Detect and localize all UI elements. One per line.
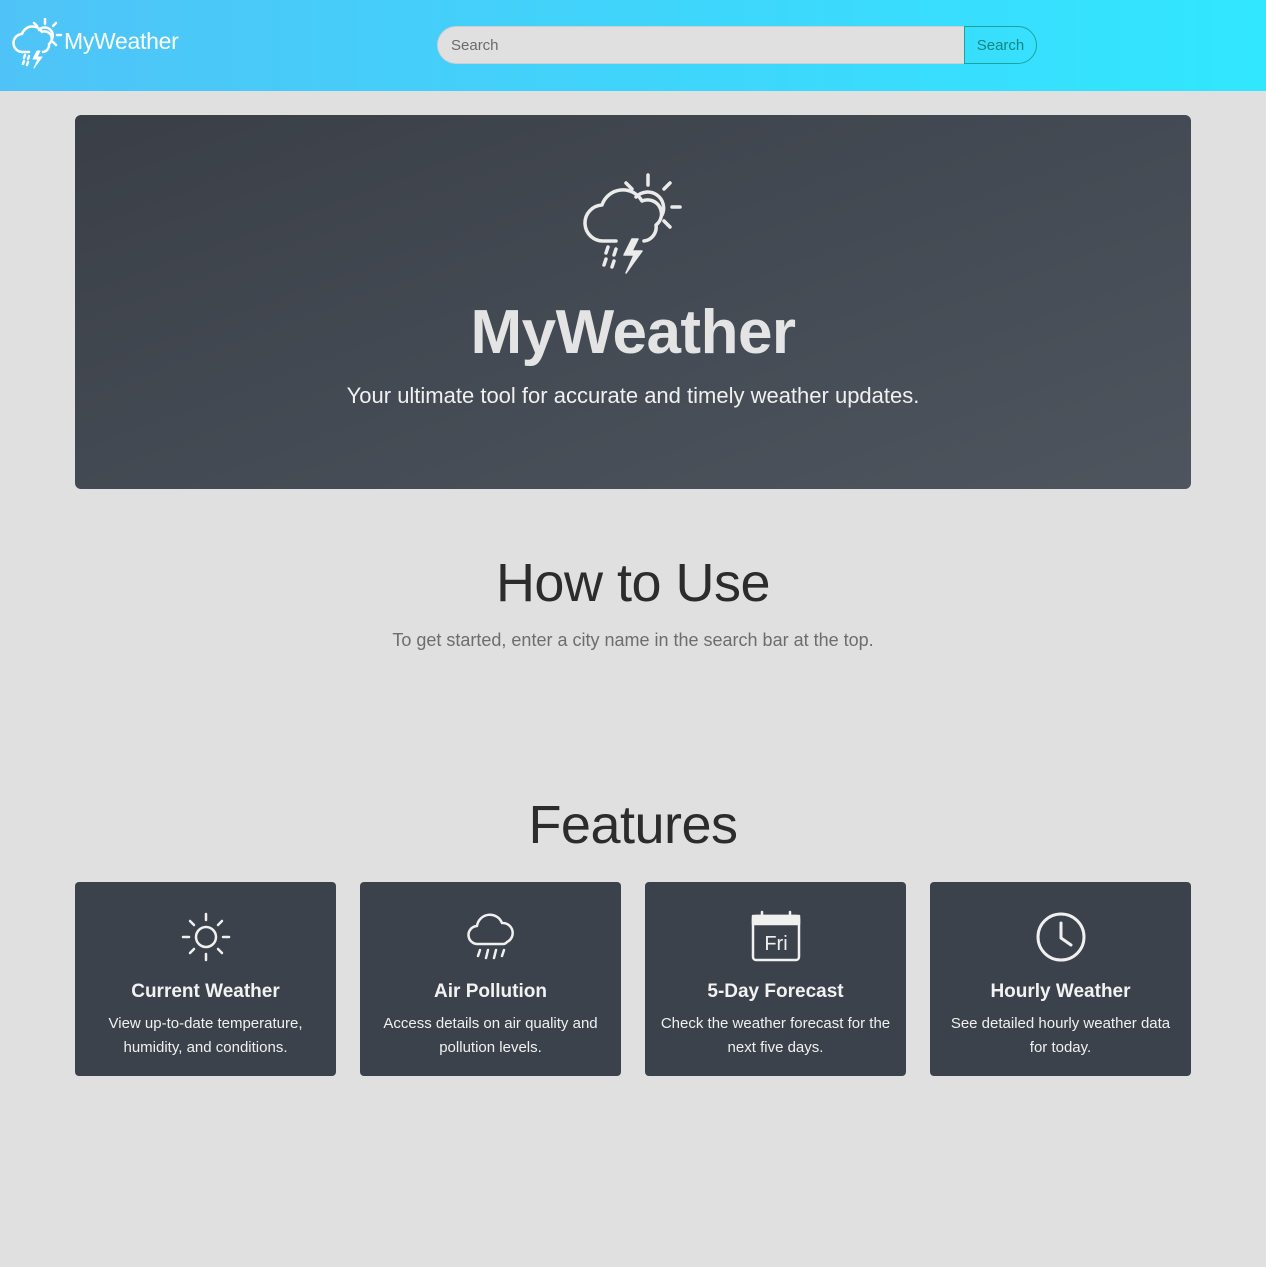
hero-banner: MyWeather Your ultimate tool for accurat… [75,115,1191,489]
hero-title: MyWeather [470,298,796,367]
feature-card-text: See detailed hourly weather data for tod… [950,1015,1171,1056]
search-button[interactable]: Search [964,26,1037,64]
feature-card-hourly-weather: Hourly Weather See detailed hourly weath… [930,882,1191,1076]
features-heading: Features [528,795,738,855]
feature-card-text: Access details on air quality and pollut… [383,1015,598,1056]
feature-card-title: Air Pollution [434,981,547,1002]
feature-card-current-weather: Current Weather View up-to-date temperat… [75,882,336,1076]
feature-card-title: Current Weather [131,981,280,1002]
rain-cloud-icon [467,913,514,960]
search-input[interactable] [437,26,964,64]
search-form: Search [437,26,1037,64]
how-to-use-heading: How to Use [495,553,771,613]
feature-card-5-day-forecast: Fri 5-Day Forecast Check the weather for… [645,882,906,1076]
brand-name: MyWeather [64,27,179,54]
hero-subtitle: Your ultimate tool for accurate and time… [346,383,920,408]
calendar-day-label: Fri [764,933,787,955]
clock-icon [1036,912,1086,962]
feature-card-text: View up-to-date temperature, humidity, a… [108,1015,303,1056]
how-to-use-text: To get started, enter a city name in the… [392,630,874,650]
feature-card-title: 5-Day Forecast [707,981,844,1002]
calendar-fri-icon: Fri [751,910,801,962]
brand-link[interactable]: MyWeather [12,18,179,70]
thunderstorm-sun-icon [12,18,63,69]
feature-card-air-pollution: Air Pollution Access details on air qual… [360,882,621,1076]
sun-icon [181,912,231,962]
feature-card-text: Check the weather forecast for the next … [660,1015,891,1056]
feature-card-title: Hourly Weather [990,981,1131,1002]
navbar: MyWeather Search [0,0,1266,91]
thunderstorm-sun-icon [583,173,682,274]
